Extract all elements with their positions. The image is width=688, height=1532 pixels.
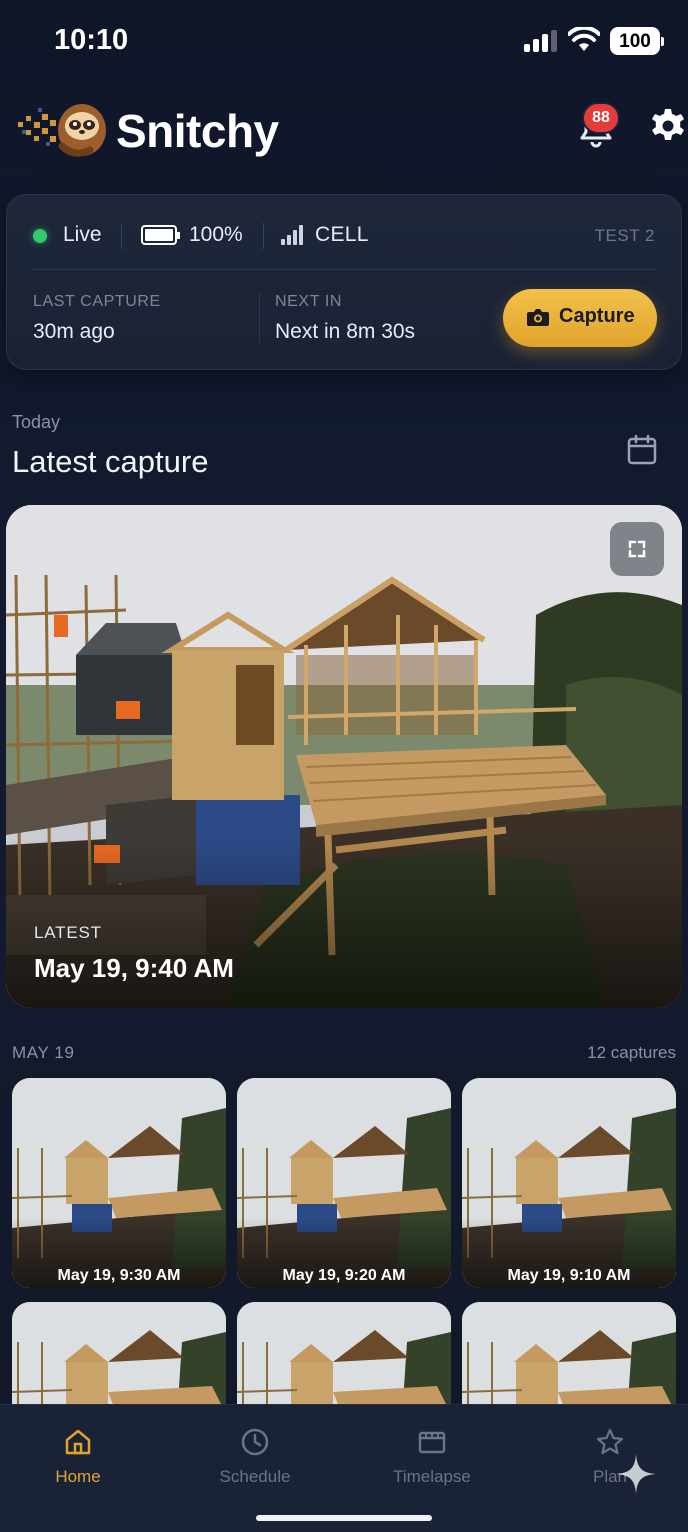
sloth-mascot-icon: [18, 104, 106, 157]
tab-schedule[interactable]: Schedule: [195, 1427, 315, 1497]
thumbnail-timestamp: May 19, 9:30 AM: [57, 1267, 181, 1284]
battery-icon: [141, 225, 180, 245]
capture-thumbnail[interactable]: May 19, 9:20 AM: [237, 1078, 451, 1288]
fullscreen-button[interactable]: [610, 522, 664, 576]
last-capture-value: 30m ago: [33, 320, 115, 343]
network-type: CELL: [315, 223, 369, 246]
notification-badge: 88: [582, 102, 620, 134]
cell-signal-icon: [281, 225, 305, 245]
thumbnail-timestamp: May 19, 9:10 AM: [507, 1267, 631, 1284]
latest-capture-image[interactable]: LATEST May 19, 9:40 AM: [6, 505, 682, 1008]
capture-count: 12 captures: [587, 1043, 676, 1062]
latest-tag: LATEST: [34, 923, 102, 942]
camera-icon: [527, 309, 549, 326]
device-status-row: Live 100% CELL TEST 2: [7, 215, 681, 257]
capture-thumbnail[interactable]: May 19, 9:30 AM: [12, 1078, 226, 1288]
wifi-icon: [568, 27, 600, 51]
live-dot-icon: [33, 229, 47, 243]
tab-label: Schedule: [219, 1467, 291, 1486]
home-icon: [65, 1429, 91, 1455]
live-status: Live: [63, 223, 102, 246]
brand-name: Snitchy: [116, 105, 279, 157]
film-icon: [418, 1431, 446, 1454]
next-capture-heading: NEXT IN: [275, 293, 343, 310]
bottom-tab-bar: Home Schedule Timelapse Plan: [0, 1404, 688, 1532]
next-capture-value: Next in 8m 30s: [275, 320, 416, 343]
tab-label: Timelapse: [393, 1467, 471, 1486]
gear-icon[interactable]: [650, 108, 686, 144]
home-indicator: [256, 1515, 432, 1521]
section-day: Today: [12, 412, 61, 432]
clock-icon: [241, 1428, 269, 1456]
status-time: 10:10: [54, 24, 129, 56]
capture-thumbnail[interactable]: May 19, 9:10 AM: [462, 1078, 676, 1288]
battery-indicator: 100: [610, 27, 664, 55]
capture-button-label: Capture: [559, 305, 635, 327]
calendar-icon[interactable]: [626, 434, 658, 466]
thumbnail-timestamp: May 19, 9:20 AM: [282, 1267, 406, 1284]
battery-level: 100%: [189, 223, 243, 246]
device-status-card: Live 100% CELL TEST 2 LAST CAPTURE 30m a…: [6, 194, 682, 370]
tab-timelapse[interactable]: Timelapse: [372, 1427, 492, 1497]
divider: [31, 269, 657, 270]
device-name[interactable]: TEST 2: [595, 226, 655, 246]
signal-icon: [524, 30, 558, 52]
sparkle-icon: [616, 1454, 656, 1494]
section-title: Latest capture: [12, 444, 209, 479]
app-screen: 10:10 100 Snitchy 88 Live 100% CELL TEST…: [0, 0, 688, 1532]
tab-home[interactable]: Home: [18, 1427, 138, 1497]
status-bar: 10:10 100: [0, 0, 688, 84]
latest-capture-time: May 19, 9:40 AM: [34, 953, 234, 983]
tab-label: Home: [55, 1467, 101, 1486]
gallery-date: MAY 19: [12, 1043, 75, 1062]
expand-icon: [628, 540, 646, 558]
divider: [259, 293, 260, 343]
last-capture-heading: LAST CAPTURE: [33, 293, 161, 310]
capture-button[interactable]: Capture: [503, 289, 657, 347]
